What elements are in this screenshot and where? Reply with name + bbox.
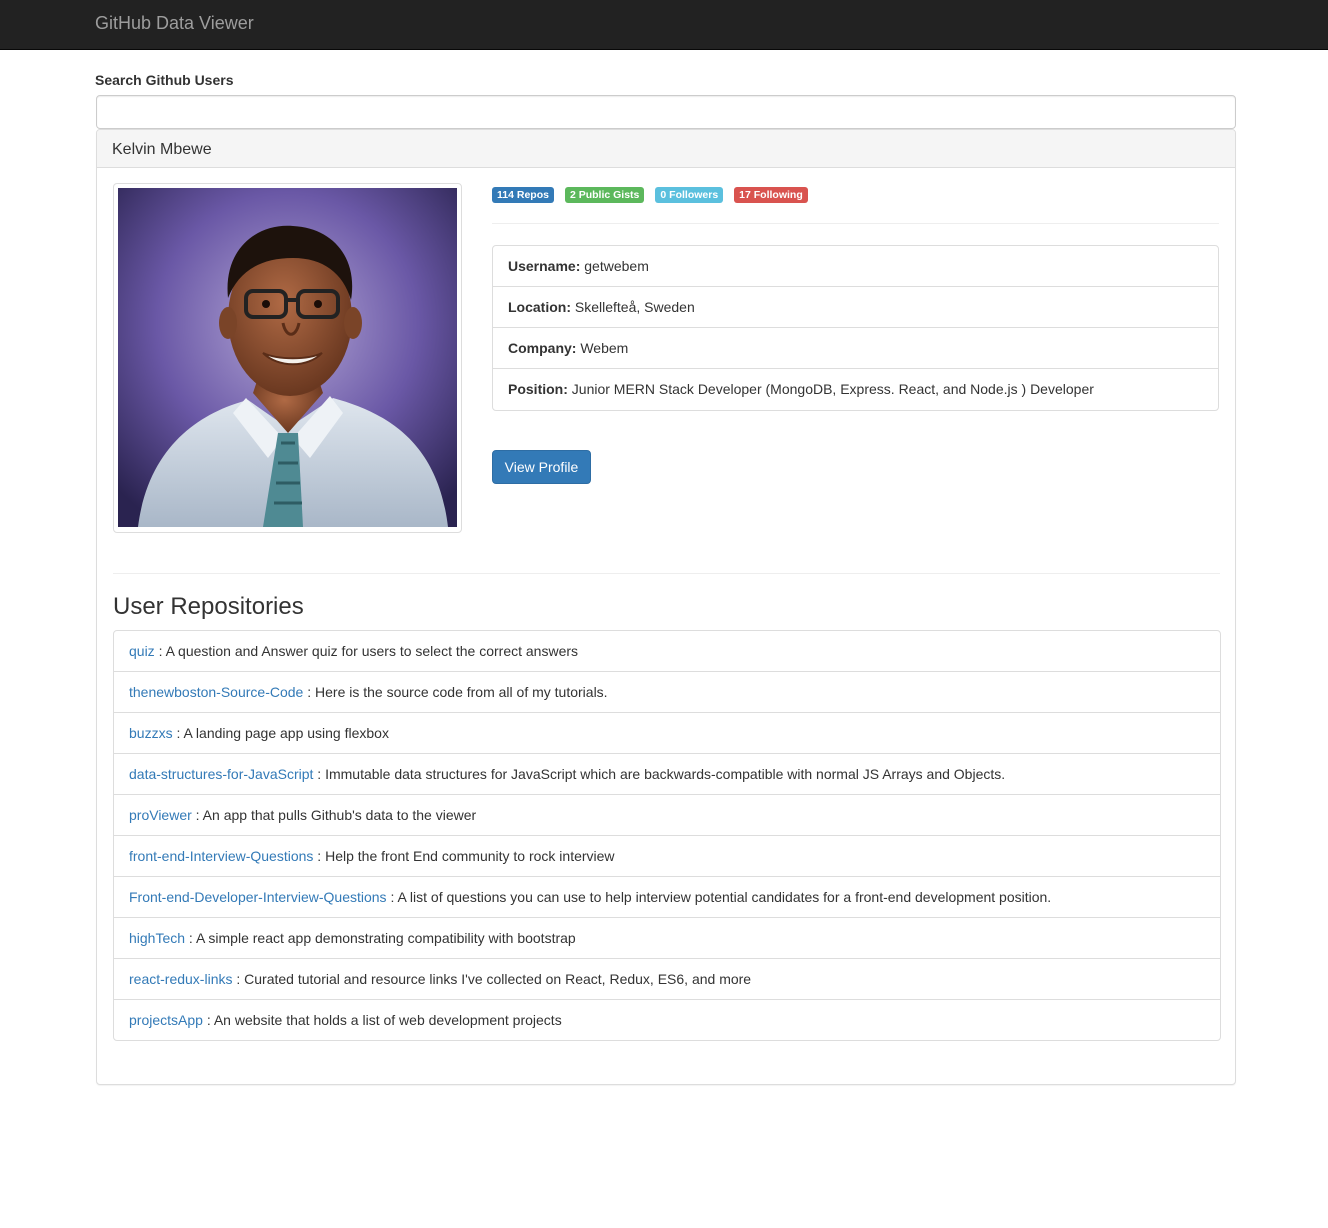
repo-description: : A list of questions you can use to hel… (386, 889, 1052, 905)
repo-description: : A simple react app demonstrating compa… (185, 930, 576, 946)
repo-description: : A question and Answer quiz for users t… (154, 643, 579, 659)
list-item: thenewboston-Source-Code : Here is the s… (113, 671, 1221, 713)
brand-title[interactable]: GitHub Data Viewer (95, 13, 254, 33)
detail-value: Webem (576, 340, 629, 356)
repo-description: : Immutable data structures for JavaScri… (313, 766, 1006, 782)
location-item: Location: Skellefteå, Sweden (493, 287, 1218, 328)
repos-badge: 114 Repos (492, 187, 554, 203)
list-item: quiz : A question and Answer quiz for us… (113, 630, 1221, 672)
repository-list: quiz : A question and Answer quiz for us… (113, 630, 1221, 1041)
list-item: front-end-Interview-Questions : Help the… (113, 835, 1221, 877)
view-profile-button[interactable]: View Profile (492, 450, 591, 484)
following-badge: 17 Following (734, 187, 808, 203)
divider (492, 223, 1219, 224)
repo-link[interactable]: data-structures-for-JavaScript (129, 766, 313, 782)
profile-panel: Kelvin Mbewe 114 Repos 2 Public Gists 0 … (96, 129, 1236, 1085)
detail-value: Junior MERN Stack Developer (MongoDB, Ex… (567, 381, 1094, 397)
detail-label: Position: (508, 381, 568, 397)
detail-label: Username: (508, 258, 581, 274)
list-item: data-structures-for-JavaScript : Immutab… (113, 753, 1221, 795)
list-item: buzzxs : A landing page app using flexbo… (113, 712, 1221, 754)
repo-description: : Here is the source code from all of my… (303, 684, 608, 700)
repo-link[interactable]: Front-end-Developer-Interview-Questions (129, 889, 387, 905)
list-item: Front-end-Developer-Interview-Questions … (113, 876, 1221, 918)
repo-link[interactable]: proViewer (129, 807, 192, 823)
repo-description: : Help the front End community to rock i… (313, 848, 615, 864)
detail-value: Skellefteå, Sweden (571, 299, 695, 315)
repo-link[interactable]: react-redux-links (129, 971, 232, 987)
repositories-heading: User Repositories (113, 593, 304, 620)
repo-link[interactable]: front-end-Interview-Questions (129, 848, 313, 864)
list-item: highTech : A simple react app demonstrat… (113, 917, 1221, 959)
gists-badge: 2 Public Gists (564, 187, 645, 203)
repo-link[interactable]: projectsApp (129, 1012, 203, 1028)
company-item: Company: Webem (493, 328, 1218, 369)
profile-details-list: Username: getwebem Location: Skellefteå,… (492, 245, 1219, 411)
list-item: projectsApp : An website that holds a li… (113, 999, 1221, 1041)
detail-value: getwebem (580, 258, 649, 274)
divider (113, 573, 1220, 574)
detail-label: Company: (508, 340, 577, 356)
navbar: GitHub Data Viewer (0, 0, 1328, 50)
repo-description: : Curated tutorial and resource links I'… (232, 971, 752, 987)
avatar (113, 183, 462, 533)
repo-description: : An website that holds a list of web de… (202, 1012, 562, 1028)
repo-link[interactable]: highTech (129, 930, 185, 946)
repo-description: : An app that pulls Github's data to the… (191, 807, 477, 823)
detail-label: Location: (508, 299, 571, 315)
repo-description: : A landing page app using flexbox (172, 725, 389, 741)
followers-badge: 0 Followers (655, 187, 724, 203)
username-item: Username: getwebem (493, 246, 1218, 287)
repo-link[interactable]: buzzxs (129, 725, 173, 741)
avatar-portrait-image (118, 188, 457, 527)
repo-link[interactable]: thenewboston-Source-Code (129, 684, 303, 700)
position-item: Position: Junior MERN Stack Developer (M… (493, 369, 1218, 410)
list-item: proViewer : An app that pulls Github's d… (113, 794, 1221, 836)
search-input[interactable] (96, 95, 1236, 129)
profile-name: Kelvin Mbewe (97, 130, 1235, 168)
stats-badges: 114 Repos 2 Public Gists 0 Followers 17 … (492, 187, 808, 203)
list-item: react-redux-links : Curated tutorial and… (113, 958, 1221, 1000)
repo-link[interactable]: quiz (129, 643, 155, 659)
search-label: Search Github Users (95, 72, 234, 88)
